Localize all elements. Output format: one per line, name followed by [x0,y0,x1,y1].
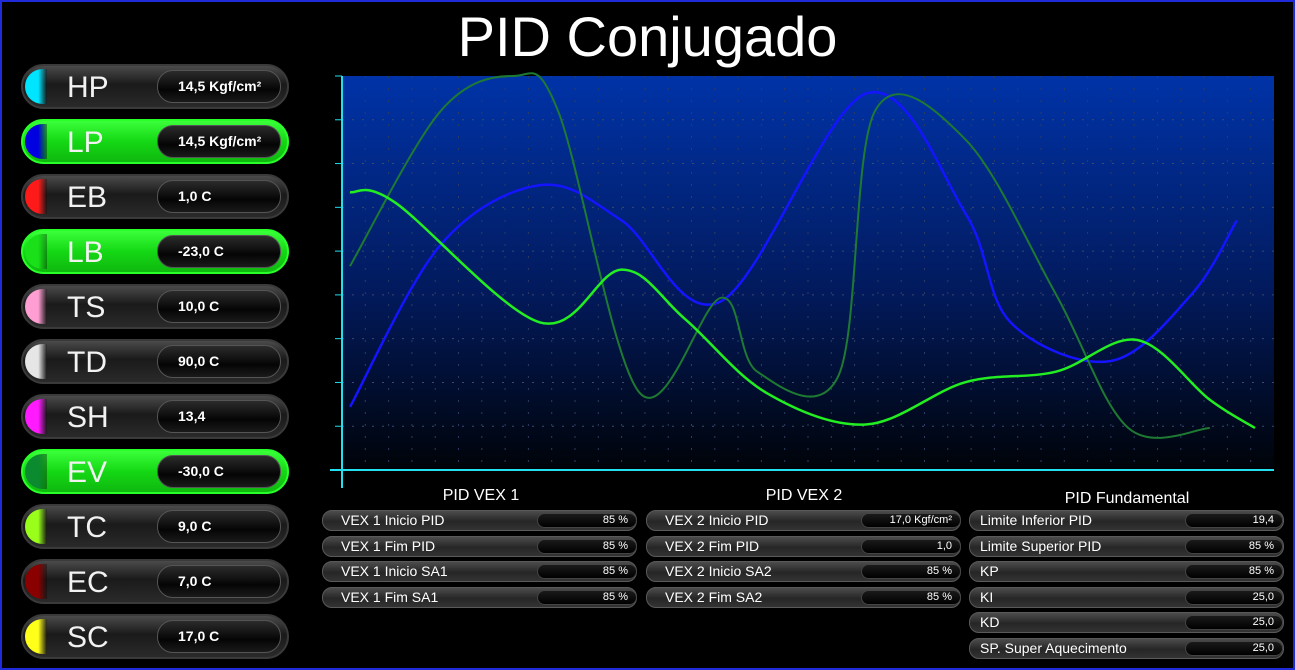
parameter-value-field[interactable]: 25,0 [1185,640,1283,656]
sensor-value: 13,4 [157,400,281,433]
parameter-row[interactable]: VEX 1 Inicio PID 85 % [322,510,637,531]
sensor-item-lb[interactable]: LB -23,0 C [21,229,289,274]
sensor-color-indicator [25,179,47,214]
plot-area [342,76,1274,470]
sensor-tag: EV [67,456,108,489]
parameter-value-field[interactable]: 85 % [537,538,637,554]
parameter-value-field[interactable]: 85 % [537,513,637,528]
parameter-label: VEX 2 Inicio PID [665,512,769,528]
parameter-row[interactable]: VEX 2 Fim PID 1,0 [646,535,961,557]
sensor-value: 14,5 Kgf/cm² [157,125,281,158]
sensor-item-ev[interactable]: EV -30,0 C [21,449,289,494]
parameter-label: Limite Inferior PID [980,512,1093,528]
sensor-value: 9,0 C [157,510,281,543]
parameter-label: VEX 1 Inicio PID [341,512,445,528]
sensor-value: -30,0 C [157,455,281,488]
sensor-color-indicator [25,564,47,599]
sensor-value: -23,0 C [157,235,281,268]
parameter-label: VEX 1 Inicio SA1 [341,563,448,579]
sensor-tag: TC [67,511,107,544]
sensor-tag: LB [67,236,104,269]
sensor-item-eb[interactable]: EB 1,0 C [21,174,289,219]
sensor-tag: EB [67,181,108,214]
sensor-item-ts[interactable]: TS 10,0 C [21,284,289,329]
sensor-tag: TD [67,346,107,379]
sensor-item-lp[interactable]: LP 14,5 Kgf/cm² [21,119,289,164]
sensor-value: 7,0 C [157,565,281,598]
parameter-label: KD [980,614,1000,630]
sensor-tag: EC [67,566,109,599]
parameter-row[interactable]: VEX 2 Fim SA2 85 % [646,586,961,608]
sensor-color-indicator [25,399,47,434]
sensor-tag: TS [67,291,106,324]
parameter-row[interactable]: VEX 1 Inicio SA1 85 % [322,561,637,582]
parameter-value-field[interactable]: 1,0 [861,538,961,554]
sensor-color-indicator [25,234,47,269]
sensor-item-sh[interactable]: SH 13,4 [21,394,289,439]
sensor-color-indicator [25,344,47,379]
parameter-row[interactable]: KP 85 % [969,561,1284,582]
sensor-tag: LP [67,126,104,159]
sensor-value: 90,0 C [157,345,281,378]
sensor-tag: HP [67,71,109,104]
sensor-value: 17,0 C [157,620,281,653]
parameter-value-field[interactable]: 25,0 [1185,589,1283,605]
parameter-label: VEX 2 Inicio SA2 [665,563,772,579]
panel-title: PID VEX 1 [442,487,520,504]
sensor-color-indicator [25,509,47,544]
parameter-value-field[interactable]: 19,4 [1185,513,1283,528]
parameter-value-field[interactable]: 85 % [861,589,961,605]
parameter-row[interactable]: Limite Superior PID 85 % [969,535,1284,557]
sensor-color-indicator [25,289,47,324]
sensor-tag: SH [67,401,109,434]
sensor-value: 10,0 C [157,290,281,323]
parameter-value-field[interactable]: 17,0 Kgf/cm² [861,513,961,528]
parameter-label: KP [980,563,999,579]
sensor-tag: SC [67,621,109,654]
sensor-value: 1,0 C [157,180,281,213]
sensor-color-indicator [25,69,47,104]
sensor-color-indicator [25,124,47,159]
parameter-value-field[interactable]: 85 % [537,589,637,605]
parameter-row[interactable]: VEX 1 Fim SA1 85 % [322,586,637,608]
parameter-label: Limite Superior PID [980,537,1102,554]
parameter-value-field[interactable]: 25,0 [1185,615,1283,630]
sensor-item-sc[interactable]: SC 17,0 C [21,614,289,659]
parameter-label: VEX 2 Fim SA2 [665,588,763,605]
parameter-label: VEX 2 Fim PID [665,537,760,554]
panel-title: PID Fundamental [1064,490,1190,507]
panel-title: PID VEX 2 [765,487,843,504]
parameter-label: KI [980,588,994,605]
parameter-row[interactable]: VEX 2 Inicio PID 17,0 Kgf/cm² [646,510,961,531]
sensor-item-td[interactable]: TD 90,0 C [21,339,289,384]
sensor-item-tc[interactable]: TC 9,0 C [21,504,289,549]
parameter-row[interactable]: SP. Super Aquecimento 25,0 [969,637,1284,659]
sensor-color-indicator [25,619,47,654]
page-title: PID Conjugado [457,5,838,68]
parameter-label: VEX 1 Fim SA1 [341,588,439,605]
sensor-item-ec[interactable]: EC 7,0 C [21,559,289,604]
parameter-row[interactable]: Limite Inferior PID 19,4 [969,510,1284,531]
parameter-row[interactable]: VEX 2 Inicio SA2 85 % [646,561,961,582]
parameter-row[interactable]: KI 25,0 [969,586,1284,608]
parameter-row[interactable]: VEX 1 Fim PID 85 % [322,535,637,557]
parameter-value-field[interactable]: 85 % [861,564,961,579]
trend-chart [330,72,1274,488]
sensor-item-hp[interactable]: HP 14,5 Kgf/cm² [21,64,289,109]
sensor-color-indicator [25,454,47,489]
parameter-value-field[interactable]: 85 % [1185,538,1283,554]
sensor-value: 14,5 Kgf/cm² [157,70,281,103]
parameter-label: SP. Super Aquecimento [980,639,1127,656]
parameter-value-field[interactable]: 85 % [537,564,637,579]
parameter-label: VEX 1 Fim PID [341,537,436,554]
parameter-row[interactable]: KD 25,0 [969,612,1284,633]
parameter-value-field[interactable]: 85 % [1185,564,1283,579]
